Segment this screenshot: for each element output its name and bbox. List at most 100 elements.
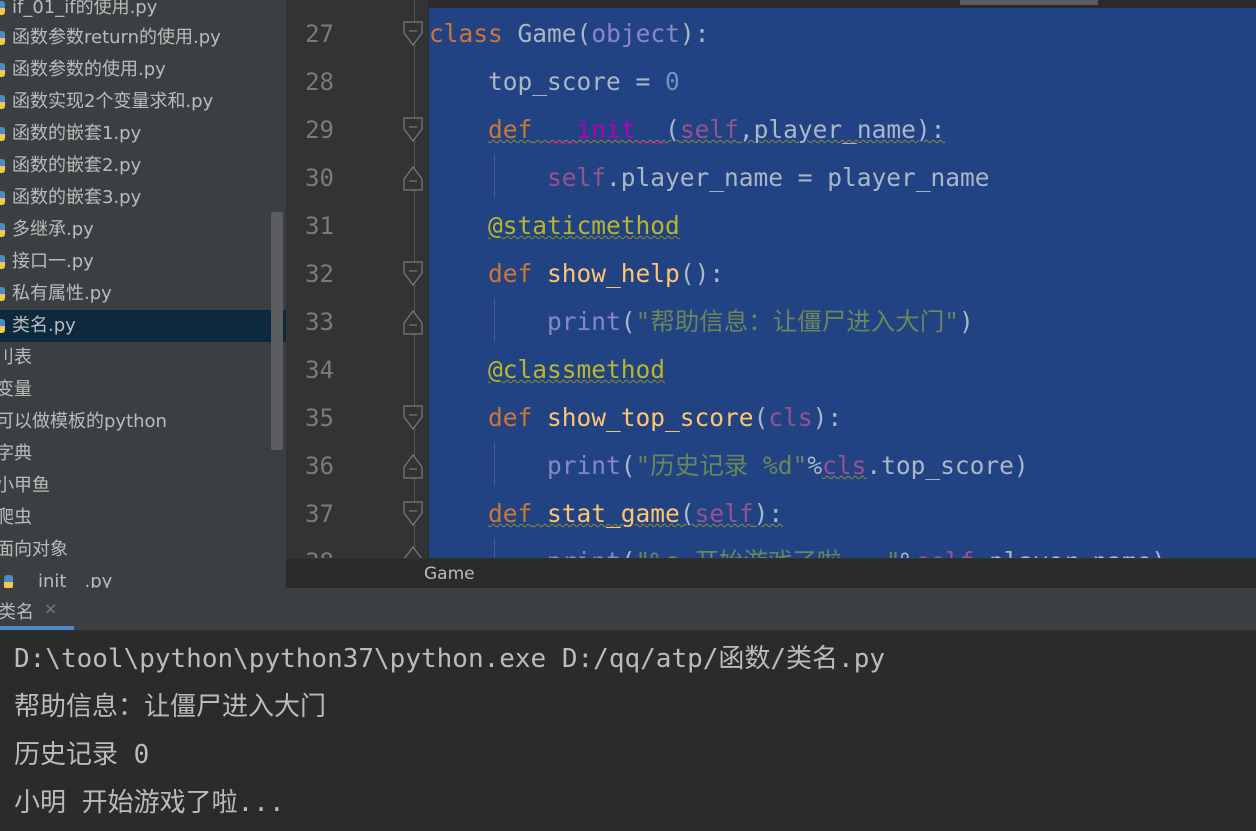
python-file-icon bbox=[0, 287, 5, 301]
run-console[interactable]: D:\tool\python\python37\python.exe D:/qq… bbox=[0, 631, 1256, 831]
code-line: @classmethod bbox=[488, 355, 666, 384]
code-line: self.player_name = player_name bbox=[547, 163, 990, 192]
line-number: 33 bbox=[305, 308, 334, 336]
tree-item-file[interactable]: 函数的嵌套2.py bbox=[0, 150, 286, 182]
tree-item-file[interactable]: 多继承.py bbox=[0, 214, 286, 246]
tree-item-file[interactable]: 函数的嵌套3.py bbox=[0, 182, 286, 214]
fold-open-icon[interactable] bbox=[402, 21, 424, 47]
tree-item-file[interactable]: if_01_if的使用.py bbox=[0, 0, 286, 24]
python-file-icon bbox=[0, 191, 5, 205]
code-line: def stat_game(self): bbox=[488, 499, 784, 528]
tree-item-label: 字典 bbox=[0, 443, 32, 464]
fold-open-icon[interactable] bbox=[402, 405, 424, 431]
python-file-icon bbox=[0, 1, 5, 15]
active-tab-indicator bbox=[0, 626, 74, 630]
tree-item-folder[interactable]: 爬虫 bbox=[0, 502, 286, 534]
python-file-icon bbox=[0, 31, 5, 45]
run-tab-bar: 类名 × bbox=[0, 588, 1256, 631]
editor-gutter: 27 28 29 30 31 32 33 34 35 36 37 38 bbox=[286, 0, 428, 558]
tree-item-file[interactable]: 接口一.py bbox=[0, 246, 286, 278]
run-tab[interactable]: 类名 × bbox=[0, 588, 74, 630]
fold-open-icon[interactable] bbox=[402, 117, 424, 143]
line-number: 31 bbox=[305, 212, 334, 240]
fold-open-icon[interactable] bbox=[402, 261, 424, 287]
tree-item-label: if_01_if的使用.py bbox=[12, 0, 158, 18]
console-line: 小明 开始游戏了啦... bbox=[14, 788, 285, 818]
tree-item-label: __init__.py bbox=[20, 571, 113, 588]
code-line: @staticmethod bbox=[488, 211, 680, 240]
tree-item-folder[interactable]: 字典 bbox=[0, 438, 286, 470]
line-number: 30 bbox=[305, 164, 334, 192]
python-file-icon bbox=[4, 575, 13, 588]
tree-item-label: 变量 bbox=[0, 379, 32, 400]
tree-item-label: 私有属性.py bbox=[12, 283, 112, 304]
fold-close-icon[interactable] bbox=[402, 309, 424, 335]
tree-item-folder[interactable]: 小甲鱼 bbox=[0, 470, 286, 502]
tree-item-file[interactable]: 私有属性.py bbox=[0, 278, 286, 310]
line-number: 32 bbox=[305, 260, 334, 288]
line-number: 34 bbox=[305, 356, 334, 384]
tree-item-label: 刂表 bbox=[0, 347, 32, 368]
close-icon[interactable]: × bbox=[44, 599, 57, 618]
breadcrumb: Game bbox=[286, 558, 1256, 589]
fold-open-icon[interactable] bbox=[402, 501, 424, 527]
code-line: def show_help(): bbox=[488, 259, 725, 288]
code-line: def __init__(self,player_name): bbox=[488, 115, 946, 144]
code-line: print("%s 开始游戏了啦..."%self.player_name) bbox=[429, 538, 1166, 558]
tree-item-file[interactable]: 函数实现2个变量求和.py bbox=[0, 86, 286, 118]
tree-item-label: 函数参数的使用.py bbox=[12, 59, 166, 80]
line-number: 38 bbox=[286, 538, 334, 558]
tree-item-folder[interactable]: 变量 bbox=[0, 374, 286, 406]
line-number: 36 bbox=[305, 452, 334, 480]
code-line: top_score = 0 bbox=[488, 67, 680, 96]
tree-item-label: 函数的嵌套1.py bbox=[12, 123, 142, 144]
python-file-icon bbox=[0, 127, 5, 141]
python-file-icon bbox=[0, 223, 5, 237]
tree-item-folder[interactable]: 刂表 bbox=[0, 342, 286, 374]
python-file-icon bbox=[0, 63, 5, 77]
tree-item-folder[interactable]: 面向对象 bbox=[0, 534, 286, 566]
code-line: print("历史记录 %d"%cls.top_score) bbox=[547, 451, 1029, 480]
code-line: class Game(object): bbox=[429, 19, 710, 48]
tree-item-label: 类名.py bbox=[12, 315, 76, 336]
tree-item-label: 函数参数return的使用.py bbox=[12, 27, 221, 48]
run-tab-label: 类名 bbox=[0, 602, 34, 623]
tree-item-file[interactable]: 函数参数的使用.py bbox=[0, 54, 286, 86]
tree-item-label: 函数的嵌套3.py bbox=[12, 187, 142, 208]
console-line: 帮助信息：让僵尸进入大门 bbox=[14, 692, 327, 722]
project-tree: if_01_if的使用.py 函数参数return的使用.py 函数参数的使用.… bbox=[0, 0, 286, 588]
python-file-icon bbox=[0, 159, 5, 173]
fold-close-icon[interactable] bbox=[402, 545, 424, 558]
code-editor[interactable]: 27 28 29 30 31 32 33 34 35 36 37 38 clas… bbox=[286, 0, 1256, 558]
tree-item-label: 面向对象 bbox=[0, 539, 68, 560]
horizontal-scrollbar[interactable] bbox=[960, 0, 1098, 5]
console-line: D:\tool\python\python37\python.exe D:/qq… bbox=[14, 644, 886, 674]
code-line: def show_top_score(cls): bbox=[488, 403, 843, 432]
tree-item-file-selected[interactable]: 类名.py bbox=[0, 310, 286, 342]
tree-item-folder[interactable]: 可以做模板的python bbox=[0, 406, 286, 438]
python-file-icon bbox=[0, 95, 5, 109]
tree-item-label: 爬虫 bbox=[0, 507, 32, 528]
tree-item-label: 小甲鱼 bbox=[0, 475, 50, 496]
tree-item-label: 函数实现2个变量求和.py bbox=[12, 91, 214, 112]
line-number: 35 bbox=[305, 404, 334, 432]
fold-close-icon[interactable] bbox=[402, 165, 424, 191]
tree-item-label: 可以做模板的python bbox=[0, 411, 167, 432]
tree-item-file[interactable]: __init__.py bbox=[0, 566, 286, 588]
tree-item-file[interactable]: 函数的嵌套1.py bbox=[0, 118, 286, 150]
breadcrumb-item[interactable]: Game bbox=[424, 564, 475, 584]
python-file-icon bbox=[0, 255, 5, 269]
tree-item-file[interactable]: 函数参数return的使用.py bbox=[0, 22, 286, 54]
tree-item-label: 接口一.py bbox=[12, 251, 94, 272]
line-number: 27 bbox=[305, 20, 334, 48]
line-number: 28 bbox=[305, 68, 334, 96]
line-number: 37 bbox=[305, 500, 334, 528]
tree-item-label: 多继承.py bbox=[12, 219, 94, 240]
tree-item-label: 函数的嵌套2.py bbox=[12, 155, 142, 176]
fold-close-icon[interactable] bbox=[402, 453, 424, 479]
tree-scrollbar[interactable] bbox=[271, 212, 283, 450]
console-line: 历史记录 0 bbox=[14, 740, 150, 770]
line-number: 29 bbox=[305, 116, 334, 144]
code-line: print("帮助信息：让僵尸进入大门") bbox=[547, 307, 974, 336]
python-file-icon bbox=[0, 319, 5, 333]
